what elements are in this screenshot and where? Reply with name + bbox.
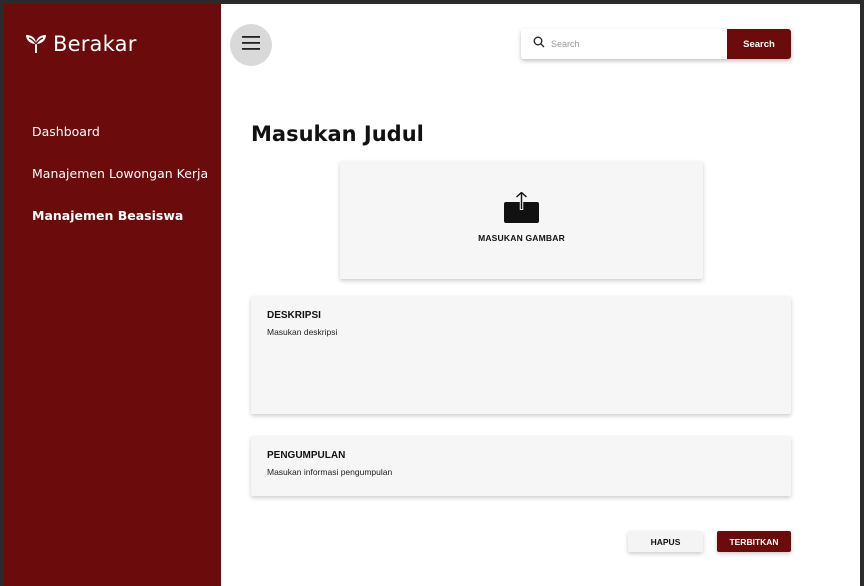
image-upload-area[interactable]: MASUKAN GAMBAR [340,161,703,279]
deskripsi-field[interactable]: DESKRIPSI Masukan deskripsi [251,296,791,414]
sidebar-item-dashboard[interactable]: Dashboard [32,124,208,166]
upload-label: MASUKAN GAMBAR [478,233,565,243]
deskripsi-placeholder: Masukan deskripsi [267,327,338,337]
search-button[interactable]: Search [727,29,791,59]
deskripsi-label: DESKRIPSI [267,310,321,321]
page-title[interactable]: Masukan Judul [251,122,424,146]
pengumpulan-placeholder: Masukan informasi pengumpulan [267,467,393,477]
sidebar: Berakar Dashboard Manajemen Lowongan Ker… [4,4,221,586]
sidebar-item-manajemen-lowongan-kerja[interactable]: Manajemen Lowongan Kerja [32,166,208,208]
menu-toggle-button[interactable] [230,24,272,66]
pengumpulan-field[interactable]: PENGUMPULAN Masukan informasi pengumpula… [251,436,791,496]
hamburger-icon [242,35,260,55]
search-input[interactable] [551,39,711,49]
pengumpulan-label: PENGUMPULAN [267,450,346,461]
sidebar-item-manajemen-beasiswa[interactable]: Manajemen Beasiswa [32,208,208,250]
search-field [521,29,727,59]
logo-text: Berakar [53,32,137,56]
upload-icon [503,191,540,229]
app-window: Berakar Dashboard Manajemen Lowongan Ker… [4,4,860,586]
publish-button[interactable]: TERBITKAN [717,531,791,552]
sidebar-nav: Dashboard Manajemen Lowongan Kerja Manaj… [32,124,208,250]
sprout-icon [25,34,47,54]
search-bar: Search [521,29,791,59]
delete-button[interactable]: HAPUS [628,531,703,552]
logo[interactable]: Berakar [25,32,137,56]
search-icon [533,35,545,53]
